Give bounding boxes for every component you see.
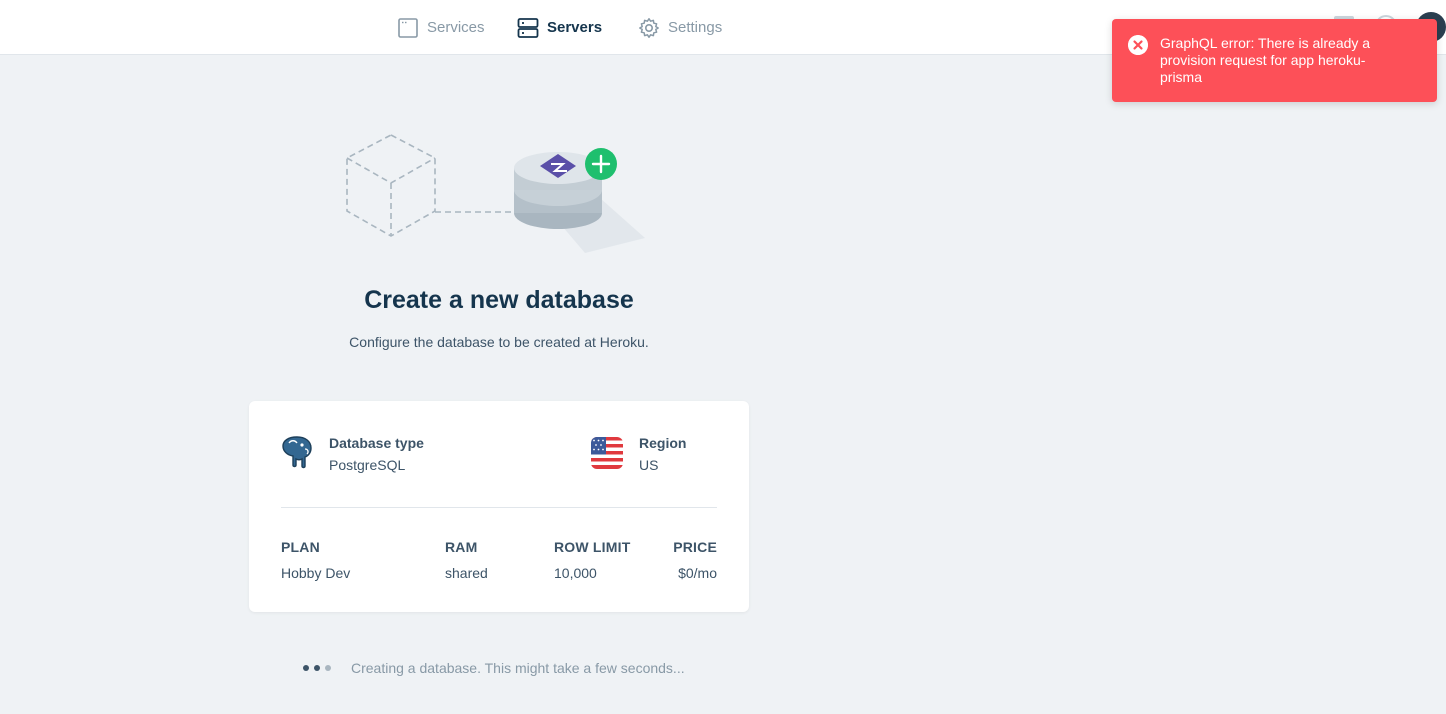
page-title: Create a new database <box>364 286 634 314</box>
table-row: Hobby Dev shared 10,000 $0/mo <box>281 565 717 591</box>
nav-servers[interactable]: Servers <box>517 0 602 55</box>
gear-icon <box>639 17 659 38</box>
plan-value-ram: shared <box>445 565 488 581</box>
error-circle-icon[interactable] <box>1128 35 1148 55</box>
loading-dot <box>314 665 320 671</box>
database-cylinder-icon <box>514 152 645 253</box>
nav-settings-label: Settings <box>668 19 723 36</box>
error-toast[interactable]: GraphQL error: There is already a provis… <box>1112 19 1437 102</box>
server-icon <box>517 17 539 38</box>
nav-settings[interactable]: Settings <box>638 0 722 55</box>
page-subtitle: Configure the database to be created at … <box>349 334 649 350</box>
loading-dot <box>325 665 331 671</box>
window-icon <box>398 17 418 38</box>
database-type-value: PostgreSQL <box>329 457 406 473</box>
plan-header-row-limit: ROW LIMIT <box>554 539 631 555</box>
nav-servers-label: Servers <box>547 19 603 36</box>
creating-status: Creating a database. This might take a f… <box>303 660 685 676</box>
database-type-section: Database type PostgreSQL <box>281 435 424 473</box>
loading-dot <box>303 665 309 671</box>
database-config-card: Database type PostgreSQL Region US PLAN … <box>249 401 749 612</box>
database-type-text: Database type PostgreSQL <box>329 435 424 473</box>
postgresql-elephant-icon <box>282 436 312 469</box>
loading-dots-icon <box>303 665 331 671</box>
region-label: Region <box>639 435 687 451</box>
plan-header-plan: PLAN <box>281 539 320 555</box>
region-section: Region US <box>591 435 686 473</box>
nav-services[interactable]: Services <box>397 0 485 55</box>
plan-value-plan: Hobby Dev <box>281 565 351 581</box>
plan-header-ram: RAM <box>445 539 478 555</box>
database-illustration <box>346 134 645 253</box>
nav-services-label: Services <box>427 19 485 36</box>
plan-value-price: $0/mo <box>678 565 717 581</box>
region-text: Region US <box>639 435 686 473</box>
database-type-label: Database type <box>329 435 424 451</box>
add-plus-icon <box>585 148 617 180</box>
error-toast-message: GraphQL error: There is already a provis… <box>1160 35 1371 85</box>
region-value: US <box>639 457 659 473</box>
us-flag-icon <box>591 437 623 469</box>
card-divider <box>281 507 717 508</box>
plan-header-price: PRICE <box>673 539 717 555</box>
dashed-cube-icon <box>346 134 515 237</box>
plan-table: PLAN RAM ROW LIMIT PRICE Hobby Dev share… <box>281 539 717 591</box>
status-text: Creating a database. This might take a f… <box>351 660 685 676</box>
plan-value-row-limit: 10,000 <box>554 565 597 581</box>
plan-table-header: PLAN RAM ROW LIMIT PRICE <box>281 539 717 565</box>
